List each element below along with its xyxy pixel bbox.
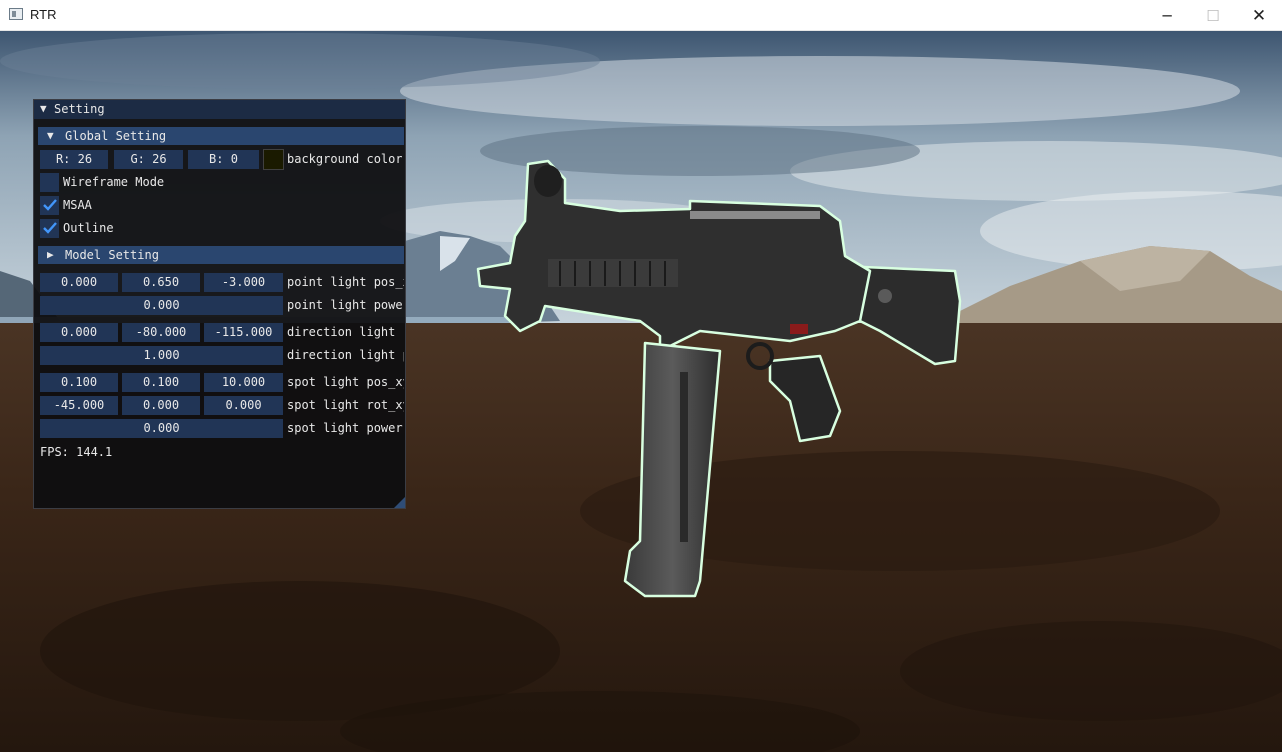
spot-light-rot-y[interactable]: 0.000 (122, 396, 200, 415)
bg-b-field[interactable]: B: 0 (188, 150, 259, 169)
check-icon (43, 222, 57, 234)
close-icon: ✕ (1251, 5, 1267, 26)
spot-light-rot-label: spot light rot_xyz (287, 398, 404, 412)
global-setting-label: Global Setting (65, 129, 167, 143)
expand-arrow-icon: ▼ (47, 129, 54, 142)
spot-light-pos-y[interactable]: 0.100 (122, 373, 200, 392)
dir-light-power-slider[interactable]: 1.000 (40, 346, 283, 365)
spot-light-power-label: spot light power (287, 421, 403, 435)
global-setting-header[interactable]: ▼ Global Setting (38, 127, 404, 145)
resize-grip[interactable] (394, 497, 405, 508)
minimize-icon: ─ (1162, 6, 1172, 25)
bg-color-label: background color (287, 152, 402, 166)
handguard-rail (548, 259, 678, 287)
dir-light-rot-x[interactable]: 0.000 (40, 323, 118, 342)
dir-light-rot-y[interactable]: -80.000 (122, 323, 200, 342)
panel-title-bar[interactable]: ▼ Setting (34, 100, 405, 119)
dir-light-rot-z[interactable]: -115.000 (204, 323, 283, 342)
outline-checkbox[interactable] (40, 219, 59, 238)
spot-light-pos-label: spot light pos_xyz (287, 375, 404, 389)
point-light-power-label: point light power (287, 298, 404, 312)
maximize-button[interactable]: ☐ (1190, 0, 1236, 31)
spot-light-pos-x[interactable]: 0.100 (40, 373, 118, 392)
panel-title: Setting (54, 102, 105, 116)
dir-light-rot-label: direction light rot_xyz (287, 325, 404, 339)
maximize-icon: ☐ (1206, 6, 1220, 25)
spot-light-power-slider[interactable]: 0.000 (40, 419, 283, 438)
wireframe-checkbox[interactable] (40, 173, 59, 192)
spot-light-pos-z[interactable]: 10.000 (204, 373, 283, 392)
collapse-arrow-icon[interactable]: ▼ (40, 102, 47, 115)
bg-color-swatch[interactable] (263, 149, 284, 170)
msaa-checkbox[interactable] (40, 196, 59, 215)
settings-panel[interactable]: ▼ Setting ▼ Global Setting R: 26 G: 26 B… (33, 99, 406, 509)
point-light-pos-x[interactable]: 0.000 (40, 273, 118, 292)
app-icon (9, 8, 23, 20)
dir-light-power-label: direction light power (287, 348, 404, 362)
point-light-pos-z[interactable]: -3.000 (204, 273, 283, 292)
check-icon (43, 199, 57, 211)
wireframe-label: Wireframe Mode (63, 175, 165, 189)
point-light-power-slider[interactable]: 0.000 (40, 296, 283, 315)
point-light-pos-label: point light pos_xyz (287, 275, 404, 289)
bg-r-field[interactable]: R: 26 (40, 150, 108, 169)
outline-label: Outline (63, 221, 114, 235)
spot-light-rot-z[interactable]: 0.000 (204, 396, 283, 415)
point-light-pos-y[interactable]: 0.650 (122, 273, 200, 292)
close-button[interactable]: ✕ (1236, 0, 1282, 31)
window-title-bar[interactable]: RTR ─ ☐ ✕ (0, 0, 1282, 31)
minimize-button[interactable]: ─ (1144, 0, 1190, 31)
model-setting-header[interactable]: ▶ Model Setting (38, 246, 404, 264)
spot-light-rot-x[interactable]: -45.000 (40, 396, 118, 415)
collapsed-arrow-icon: ▶ (47, 248, 54, 261)
window-title: RTR (30, 7, 57, 22)
model-setting-label: Model Setting (65, 248, 159, 262)
msaa-label: MSAA (63, 198, 92, 212)
fps-readout: FPS: 144.1 (40, 445, 113, 459)
bg-g-field[interactable]: G: 26 (114, 150, 183, 169)
